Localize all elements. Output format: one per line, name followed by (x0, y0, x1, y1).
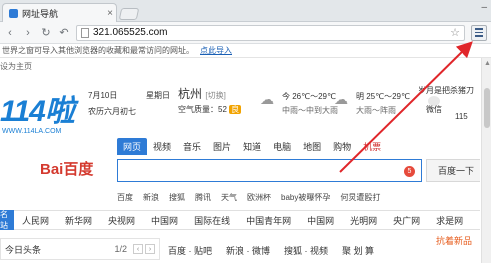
tab-bar: 网址导航 × – (0, 0, 491, 22)
site-link[interactable]: 光明网 (342, 214, 385, 227)
date-block: 7月10日 农历六月初七 (88, 88, 136, 120)
quick-link[interactable]: 腾讯 (195, 192, 211, 203)
quick-link[interactable]: 百度 (117, 192, 133, 203)
window-controls: – (481, 2, 487, 13)
site-link[interactable]: 求是网 (428, 214, 471, 227)
browser-tab[interactable]: 网址导航 × (2, 3, 117, 22)
count-115[interactable]: 115 (455, 112, 468, 121)
weather-tomorrow: ☁ 明 25℃～29℃ 大雨～阵雨 (334, 90, 410, 118)
city-switch-link[interactable]: [切换] (205, 91, 225, 100)
scroll-up-icon[interactable]: ▲ (484, 60, 491, 67)
rain-cloud-icon: ☁ (260, 91, 274, 107)
site-logo[interactable]: 114啦 (0, 86, 75, 130)
quick-links: 百度 新浪 搜狐 腾讯 天气 欧洲杯 baby被曝怀孕 何炅遭殴打 (117, 192, 380, 203)
tab-title: 网址导航 (22, 8, 59, 19)
tab-images[interactable]: 图片 (207, 138, 237, 155)
tab-shopping[interactable]: 购物 (327, 138, 357, 155)
site-link[interactable]: 新华网 (57, 214, 100, 227)
prev-icon[interactable]: ‹ (133, 244, 143, 254)
minimize-icon[interactable]: – (481, 2, 487, 13)
bottom-links: 百度 · 贴吧 新浪 · 微博 搜狐 · 视频 聚 划 算 (168, 244, 374, 257)
lunar-date: 农历六月初七 (88, 107, 136, 116)
tab-web[interactable]: 网页 (117, 138, 148, 155)
tab-pc[interactable]: 电脑 (267, 138, 297, 155)
undo-icon[interactable]: ↶ (58, 27, 70, 39)
site-link[interactable]: 中国青年网 (238, 214, 299, 227)
weather-today: ☁ 今 26℃～29℃ 中雨～中到大雨 (260, 90, 338, 118)
search-tabs: 网页 视频 音乐 图片 知道 电脑 地图 购物 机票 (117, 138, 387, 155)
air-quality-label: 空气质量：52 (178, 105, 227, 114)
set-home-link[interactable]: 设为主页 (0, 61, 32, 72)
quick-link[interactable]: 搜狐 (169, 192, 185, 203)
scroll-thumb[interactable] (484, 88, 490, 128)
site-links: 人民网 新华网 央视网 中国网 国际在线 中国青年网 中国网 光明网 央广网 求… (14, 214, 471, 227)
site-link[interactable]: 人民网 (14, 214, 57, 227)
tab-flights[interactable]: 机票 (357, 138, 387, 155)
quick-link[interactable]: 何炅遭殴打 (340, 192, 380, 203)
air-quality: 空气质量：52 良 (178, 104, 242, 115)
bottom-link[interactable]: 搜狐 · 视频 (284, 244, 328, 257)
weekday-text: 星期日 (146, 91, 170, 100)
weekday: 星期日 (146, 88, 170, 104)
page-content: 设为主页 114啦 WWW.114LA.COM 7月10日 农历六月初七 星期日… (0, 58, 480, 263)
import-bar: 世界之窗可导入其他浏览器的收藏和最常访问的网址。 点此导入 (0, 44, 491, 58)
bookmark-star-icon[interactable]: ☆ (450, 26, 460, 39)
quick-link[interactable]: 天气 (221, 192, 237, 203)
back-icon[interactable]: ‹ (4, 27, 16, 39)
site-link[interactable]: 中国网 (299, 214, 342, 227)
address-bar[interactable]: 321.065525.com ☆ (76, 24, 465, 41)
forward-icon[interactable]: › (22, 27, 34, 39)
site-links-lead: 名站 (0, 210, 14, 230)
search-button[interactable]: 百度一下 (426, 159, 480, 182)
menu-icon[interactable] (471, 24, 487, 41)
site-links-bar: 名站 人民网 新华网 央视网 中国网 国际在线 中国青年网 中国网 光明网 央广… (0, 210, 480, 230)
site-link[interactable]: 央视网 (100, 214, 143, 227)
air-quality-level: 良 (229, 105, 242, 114)
notification-badge: 5 (404, 166, 415, 177)
news-page: 1/2 (114, 244, 127, 254)
site-link[interactable]: 中国网 (143, 214, 186, 227)
new-tab-button[interactable] (118, 8, 140, 20)
tab-music[interactable]: 音乐 (177, 138, 207, 155)
bottom-link[interactable]: 新浪 · 微博 (226, 244, 270, 257)
bottom-link[interactable]: 百度 · 贴吧 (168, 244, 212, 257)
date: 7月10日 (88, 91, 118, 100)
weather-tomorrow-temp: 明 25℃～29℃ (356, 92, 410, 101)
import-link[interactable]: 点此导入 (200, 45, 232, 56)
site-link[interactable]: 央广网 (385, 214, 428, 227)
city-name: 杭州 (178, 87, 203, 101)
page-icon (81, 27, 89, 38)
toolbar: ‹ › ↻ ↶ 321.065525.com ☆ (0, 22, 491, 44)
url-text: 321.065525.com (93, 27, 168, 38)
site-logo-url: WWW.114LA.COM (2, 128, 62, 135)
tab-close-icon[interactable]: × (104, 8, 116, 19)
hot-promo[interactable]: 抗着新品 (436, 236, 472, 247)
news-header: 今日头条 1/2 ‹ › (0, 238, 160, 260)
rain-cloud-icon: ☁ (334, 91, 348, 107)
quick-link[interactable]: 欧洲杯 (247, 192, 271, 203)
wechat-label[interactable]: 微信 (426, 104, 442, 115)
quick-link[interactable]: 新浪 (143, 192, 159, 203)
weather-today-temp: 今 26℃～29℃ (282, 92, 336, 101)
site-link[interactable]: 国际在线 (186, 214, 238, 227)
city: 杭州 [切换] (178, 85, 226, 102)
quick-link[interactable]: baby被曝怀孕 (281, 192, 330, 203)
import-text: 世界之窗可导入其他浏览器的收藏和最常访问的网址。 (2, 46, 194, 55)
tab-zhidao[interactable]: 知道 (237, 138, 267, 155)
refresh-icon[interactable]: ↻ (40, 27, 52, 39)
bottom-link[interactable]: 聚 划 算 (342, 244, 374, 257)
tab-map[interactable]: 地图 (297, 138, 327, 155)
tab-video[interactable]: 视频 (147, 138, 177, 155)
page-favicon-icon (9, 8, 18, 18)
weather-tomorrow-desc: 大雨～阵雨 (356, 106, 396, 115)
page-scrollbar[interactable]: ▲ (481, 58, 491, 263)
slogan[interactable]: 岁月是把杀猪刀 (418, 85, 474, 96)
next-icon[interactable]: › (145, 244, 155, 254)
weather-today-desc: 中雨～中到大雨 (282, 106, 338, 115)
search-input[interactable]: 5 (117, 159, 422, 182)
baidu-logo[interactable]: Bai百度 (40, 158, 93, 179)
news-title: 今日头条 (5, 244, 42, 255)
